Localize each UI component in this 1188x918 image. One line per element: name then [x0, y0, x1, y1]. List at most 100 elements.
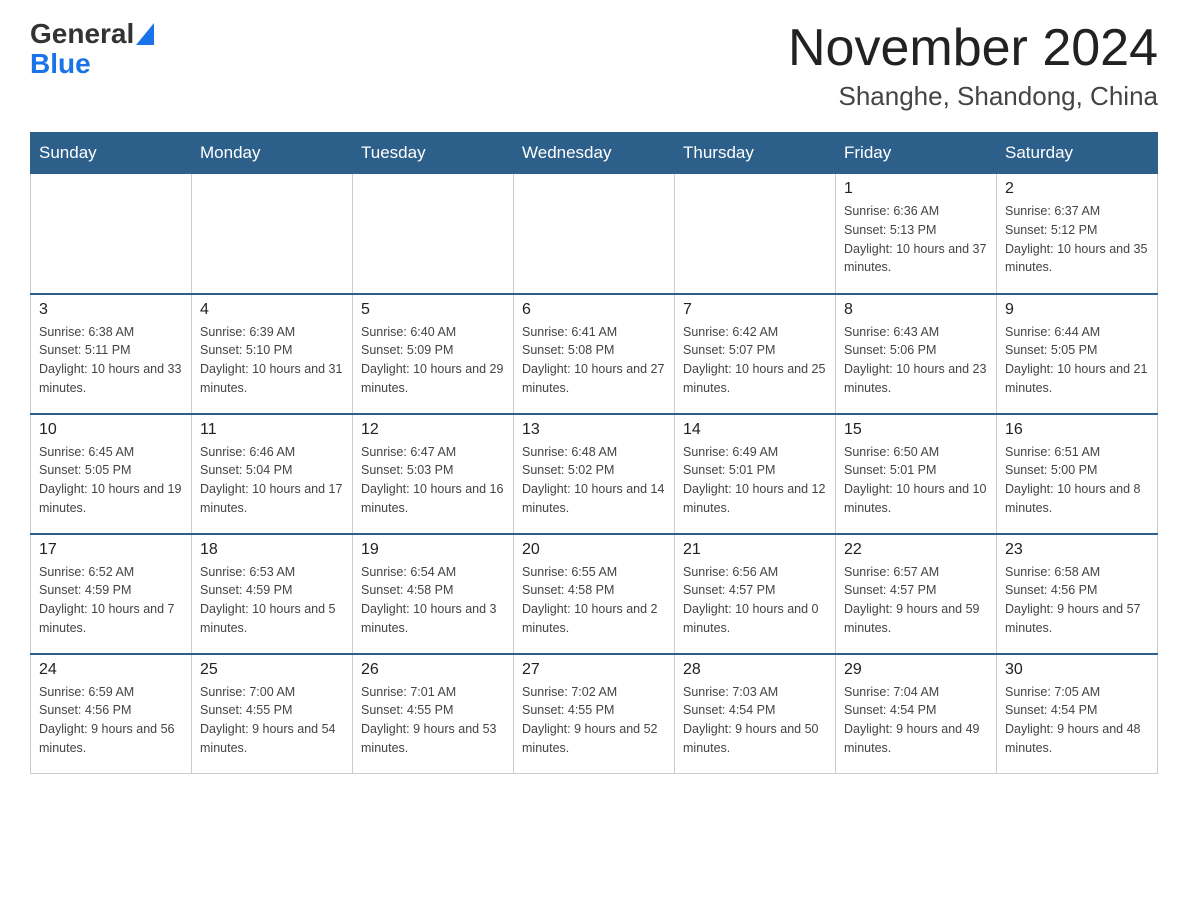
week-row-2: 3 Sunrise: 6:38 AMSunset: 5:11 PMDaylight…: [31, 294, 1158, 414]
day-number: 15: [844, 421, 988, 439]
calendar-cell: 15 Sunrise: 6:50 AMSunset: 5:01 PMDayligh…: [836, 414, 997, 534]
day-number: 6: [522, 301, 666, 319]
logo: General Blue: [30, 20, 154, 80]
day-number: 1: [844, 180, 988, 198]
day-number: 18: [200, 541, 344, 559]
month-title: November 2024: [788, 20, 1158, 77]
calendar-cell: 19 Sunrise: 6:54 AMSunset: 4:58 PMDayligh…: [353, 534, 514, 654]
day-number: 27: [522, 661, 666, 679]
calendar-cell: [353, 174, 514, 294]
logo-general-text: General: [30, 20, 134, 48]
day-number: 20: [522, 541, 666, 559]
calendar-cell: 21 Sunrise: 6:56 AMSunset: 4:57 PMDayligh…: [675, 534, 836, 654]
day-info: Sunrise: 7:05 AMSunset: 4:54 PMDaylight:…: [1005, 683, 1149, 758]
day-number: 9: [1005, 301, 1149, 319]
calendar-cell: 10 Sunrise: 6:45 AMSunset: 5:05 PMDayligh…: [31, 414, 192, 534]
calendar-cell: 3 Sunrise: 6:38 AMSunset: 5:11 PMDaylight…: [31, 294, 192, 414]
day-number: 24: [39, 661, 183, 679]
day-number: 30: [1005, 661, 1149, 679]
calendar-cell: 26 Sunrise: 7:01 AMSunset: 4:55 PMDayligh…: [353, 654, 514, 774]
calendar-cell: 1 Sunrise: 6:36 AMSunset: 5:13 PMDaylight…: [836, 174, 997, 294]
day-info: Sunrise: 6:37 AMSunset: 5:12 PMDaylight:…: [1005, 202, 1149, 277]
calendar-cell: [192, 174, 353, 294]
day-info: Sunrise: 6:40 AMSunset: 5:09 PMDaylight:…: [361, 323, 505, 398]
day-info: Sunrise: 6:55 AMSunset: 4:58 PMDaylight:…: [522, 563, 666, 638]
calendar-cell: [675, 174, 836, 294]
header-row: SundayMondayTuesdayWednesdayThursdayFrid…: [31, 133, 1158, 174]
day-info: Sunrise: 7:01 AMSunset: 4:55 PMDaylight:…: [361, 683, 505, 758]
day-info: Sunrise: 7:00 AMSunset: 4:55 PMDaylight:…: [200, 683, 344, 758]
day-number: 13: [522, 421, 666, 439]
day-info: Sunrise: 6:50 AMSunset: 5:01 PMDaylight:…: [844, 443, 988, 518]
day-info: Sunrise: 6:36 AMSunset: 5:13 PMDaylight:…: [844, 202, 988, 277]
calendar-cell: 2Sunrise: 6:37 AMSunset: 5:12 PMDaylight…: [997, 174, 1158, 294]
day-number: 25: [200, 661, 344, 679]
col-header-sunday: Sunday: [31, 133, 192, 174]
week-row-5: 24 Sunrise: 6:59 AMSunset: 4:56 PMDayligh…: [31, 654, 1158, 774]
day-number: 23: [1005, 541, 1149, 559]
day-info: Sunrise: 6:42 AMSunset: 5:07 PMDaylight:…: [683, 323, 827, 398]
calendar-table: SundayMondayTuesdayWednesdayThursdayFrid…: [30, 132, 1158, 774]
day-number: 10: [39, 421, 183, 439]
calendar-cell: 7 Sunrise: 6:42 AMSunset: 5:07 PMDaylight…: [675, 294, 836, 414]
day-info: Sunrise: 6:52 AMSunset: 4:59 PMDaylight:…: [39, 563, 183, 638]
col-header-friday: Friday: [836, 133, 997, 174]
day-number: 19: [361, 541, 505, 559]
day-info: Sunrise: 6:48 AMSunset: 5:02 PMDaylight:…: [522, 443, 666, 518]
day-number: 29: [844, 661, 988, 679]
day-info: Sunrise: 6:59 AMSunset: 4:56 PMDaylight:…: [39, 683, 183, 758]
calendar-cell: 5Sunrise: 6:40 AMSunset: 5:09 PMDaylight…: [353, 294, 514, 414]
col-header-saturday: Saturday: [997, 133, 1158, 174]
day-info: Sunrise: 6:39 AMSunset: 5:10 PMDaylight:…: [200, 323, 344, 398]
calendar-cell: 4Sunrise: 6:39 AMSunset: 5:10 PMDaylight…: [192, 294, 353, 414]
day-info: Sunrise: 6:51 AMSunset: 5:00 PMDaylight:…: [1005, 443, 1149, 518]
calendar-cell: 13 Sunrise: 6:48 AMSunset: 5:02 PMDayligh…: [514, 414, 675, 534]
calendar-cell: 28Sunrise: 7:03 AMSunset: 4:54 PMDayligh…: [675, 654, 836, 774]
col-header-tuesday: Tuesday: [353, 133, 514, 174]
calendar-cell: 9Sunrise: 6:44 AMSunset: 5:05 PMDaylight…: [997, 294, 1158, 414]
col-header-monday: Monday: [192, 133, 353, 174]
logo-blue-text: Blue: [30, 48, 91, 80]
day-info: Sunrise: 6:41 AMSunset: 5:08 PMDaylight:…: [522, 323, 666, 398]
day-number: 3: [39, 301, 183, 319]
day-number: 8: [844, 301, 988, 319]
day-info: Sunrise: 6:38 AMSunset: 5:11 PMDaylight:…: [39, 323, 183, 398]
day-number: 11: [200, 421, 344, 439]
day-info: Sunrise: 6:54 AMSunset: 4:58 PMDaylight:…: [361, 563, 505, 638]
day-info: Sunrise: 6:47 AMSunset: 5:03 PMDaylight:…: [361, 443, 505, 518]
day-info: Sunrise: 6:58 AMSunset: 4:56 PMDaylight:…: [1005, 563, 1149, 638]
day-info: Sunrise: 6:49 AMSunset: 5:01 PMDaylight:…: [683, 443, 827, 518]
day-info: Sunrise: 6:45 AMSunset: 5:05 PMDaylight:…: [39, 443, 183, 518]
day-number: 14: [683, 421, 827, 439]
calendar-cell: 23 Sunrise: 6:58 AMSunset: 4:56 PMDayligh…: [997, 534, 1158, 654]
day-number: 16: [1005, 421, 1149, 439]
calendar-cell: 24 Sunrise: 6:59 AMSunset: 4:56 PMDayligh…: [31, 654, 192, 774]
calendar-cell: 25 Sunrise: 7:00 AMSunset: 4:55 PMDayligh…: [192, 654, 353, 774]
day-number: 21: [683, 541, 827, 559]
calendar-cell: 18 Sunrise: 6:53 AMSunset: 4:59 PMDayligh…: [192, 534, 353, 654]
calendar-cell: [514, 174, 675, 294]
day-info: Sunrise: 6:56 AMSunset: 4:57 PMDaylight:…: [683, 563, 827, 638]
calendar-cell: 6 Sunrise: 6:41 AMSunset: 5:08 PMDaylight…: [514, 294, 675, 414]
day-number: 22: [844, 541, 988, 559]
location-subtitle: Shanghe, Shandong, China: [788, 81, 1158, 112]
calendar-cell: 20 Sunrise: 6:55 AMSunset: 4:58 PMDayligh…: [514, 534, 675, 654]
calendar-cell: 22Sunrise: 6:57 AMSunset: 4:57 PMDayligh…: [836, 534, 997, 654]
logo-triangle-icon: [136, 23, 154, 45]
week-row-1: 1 Sunrise: 6:36 AMSunset: 5:13 PMDaylight…: [31, 174, 1158, 294]
week-row-4: 17 Sunrise: 6:52 AMSunset: 4:59 PMDayligh…: [31, 534, 1158, 654]
calendar-cell: 11Sunrise: 6:46 AMSunset: 5:04 PMDayligh…: [192, 414, 353, 534]
col-header-thursday: Thursday: [675, 133, 836, 174]
day-number: 7: [683, 301, 827, 319]
col-header-wednesday: Wednesday: [514, 133, 675, 174]
day-number: 17: [39, 541, 183, 559]
day-number: 12: [361, 421, 505, 439]
day-info: Sunrise: 7:02 AMSunset: 4:55 PMDaylight:…: [522, 683, 666, 758]
calendar-cell: 30 Sunrise: 7:05 AMSunset: 4:54 PMDayligh…: [997, 654, 1158, 774]
calendar-cell: 8Sunrise: 6:43 AMSunset: 5:06 PMDaylight…: [836, 294, 997, 414]
week-row-3: 10 Sunrise: 6:45 AMSunset: 5:05 PMDayligh…: [31, 414, 1158, 534]
day-info: Sunrise: 7:04 AMSunset: 4:54 PMDaylight:…: [844, 683, 988, 758]
day-info: Sunrise: 6:53 AMSunset: 4:59 PMDaylight:…: [200, 563, 344, 638]
day-number: 26: [361, 661, 505, 679]
day-info: Sunrise: 7:03 AMSunset: 4:54 PMDaylight:…: [683, 683, 827, 758]
